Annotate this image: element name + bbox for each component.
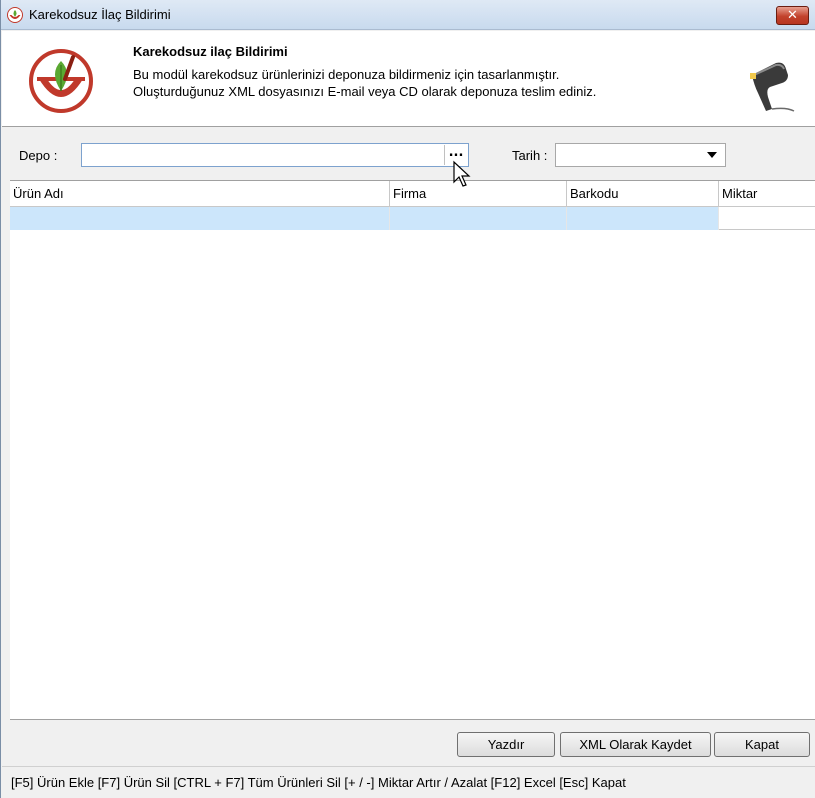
module-title: Karekodsuz ilaç Bildirimi: [133, 44, 288, 59]
cell-urun-adi[interactable]: [10, 207, 390, 230]
depo-label: Depo :: [19, 148, 58, 163]
window-title: Karekodsuz İlaç Bildirimi: [29, 7, 171, 22]
depo-input[interactable]: [81, 143, 469, 167]
module-description-line-2: Oluşturduğunuz XML dosyasınızı E-mail ve…: [133, 84, 597, 99]
module-description-line-1: Bu modül karekodsuz ürünlerinizi deponuz…: [133, 67, 560, 82]
products-grid[interactable]: Ürün Adı Firma Barkodu Miktar: [10, 180, 815, 720]
barcode-scanner-icon: [750, 62, 795, 112]
mouse-pointer-icon: [453, 160, 471, 187]
title-bar[interactable]: Karekodsuz İlaç Bildirimi ✕: [1, 0, 815, 30]
close-icon: ✕: [787, 8, 798, 23]
grid-header: Ürün Adı Firma Barkodu Miktar: [10, 181, 815, 207]
mortar-pestle-leaf-icon: [29, 49, 93, 113]
window-close-button[interactable]: ✕: [776, 6, 809, 25]
column-header-urun-adi[interactable]: Ürün Adı: [10, 181, 390, 206]
app-window: Karekodsuz İlaç Bildirimi ✕ Karekodsuz i…: [0, 0, 815, 798]
status-bar: [F5] Ürün Ekle [F7] Ürün Sil [CTRL + F7]…: [2, 766, 815, 798]
shortcut-hints: [F5] Ürün Ekle [F7] Ürün Sil [CTRL + F7]…: [11, 775, 626, 790]
chevron-down-icon[interactable]: [707, 152, 717, 158]
tarih-date-picker[interactable]: [555, 143, 726, 167]
save-xml-button[interactable]: XML Olarak Kaydet: [560, 732, 711, 757]
close-button[interactable]: Kapat: [714, 732, 810, 757]
column-header-barkodu[interactable]: Barkodu: [567, 181, 719, 206]
tarih-label: Tarih :: [512, 148, 548, 163]
cell-barkodu[interactable]: [567, 207, 719, 230]
cell-miktar[interactable]: [719, 207, 815, 230]
column-header-firma[interactable]: Firma: [390, 181, 567, 206]
table-row[interactable]: [10, 207, 815, 230]
cell-firma[interactable]: [390, 207, 567, 230]
print-button[interactable]: Yazdır: [457, 732, 555, 757]
app-logo-icon: [7, 7, 23, 23]
filter-row: Depo : ... Tarih :: [2, 128, 815, 180]
module-header: Karekodsuz ilaç Bildirimi Bu modül karek…: [2, 31, 815, 127]
action-bar: Yazdır XML Olarak Kaydet Kapat: [2, 721, 815, 765]
column-header-miktar[interactable]: Miktar: [719, 181, 815, 206]
